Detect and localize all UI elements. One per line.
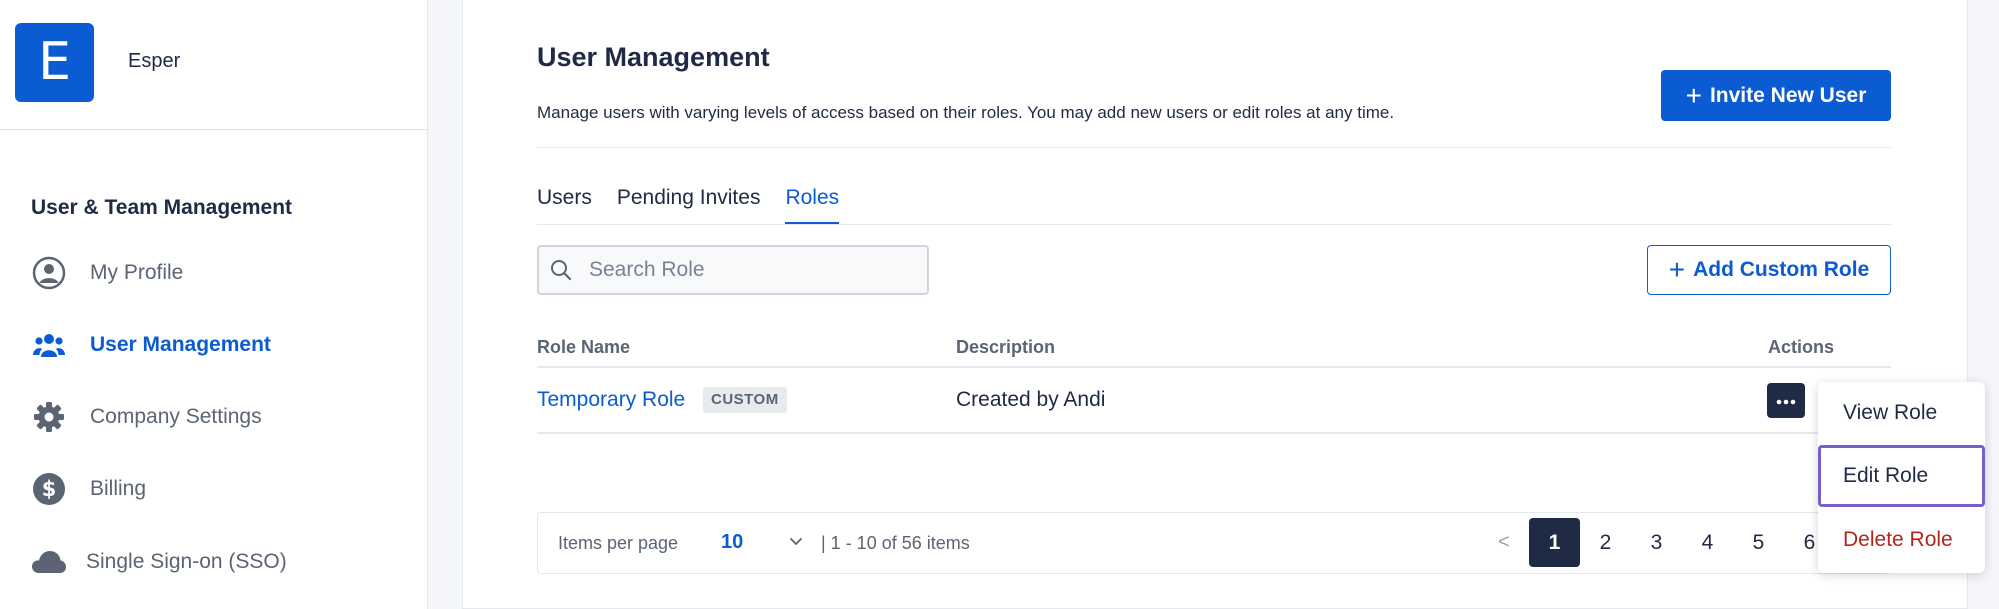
svg-text:$: $ xyxy=(42,477,57,501)
search-role-input[interactable] xyxy=(589,258,919,282)
brand-logo[interactable]: E xyxy=(15,23,94,102)
page-button-3[interactable]: 3 xyxy=(1631,518,1682,567)
sidebar-section-title: User & Team Management xyxy=(31,196,293,219)
plus-icon: + xyxy=(1668,254,1686,285)
sidebar-item-label: My Profile xyxy=(90,261,184,284)
add-role-button-label: Add Custom Role xyxy=(1693,258,1870,281)
plus-icon: + xyxy=(1685,79,1702,111)
dollar-circle-icon: $ xyxy=(30,470,68,508)
role-name-link[interactable]: Temporary Role xyxy=(537,388,685,412)
previous-page-button[interactable]: < xyxy=(1498,531,1510,554)
page-button-1[interactable]: 1 xyxy=(1529,518,1580,567)
user-circle-icon xyxy=(30,254,68,292)
chevron-down-icon[interactable] xyxy=(788,533,804,554)
items-per-page-select[interactable]: 10 xyxy=(721,531,743,554)
column-header-actions: Actions xyxy=(1768,337,1835,357)
search-icon xyxy=(539,259,583,281)
cloud-icon xyxy=(30,543,68,581)
header-divider xyxy=(537,147,1891,148)
menu-item-delete-role[interactable]: Delete Role xyxy=(1818,509,1985,571)
sidebar: E Esper User & Team Management My Profil… xyxy=(0,0,428,609)
page-button-5[interactable]: 5 xyxy=(1733,518,1784,567)
sidebar-item-label: Billing xyxy=(90,477,147,500)
role-actions-menu: View Role Edit Role Delete Role xyxy=(1818,382,1985,573)
brand-header: E Esper xyxy=(0,0,428,130)
sidebar-item-label: User Management xyxy=(90,333,271,356)
page-description: Manage users with varying levels of acce… xyxy=(537,103,1395,122)
search-box xyxy=(537,245,929,295)
invite-button-label: Invite New User xyxy=(1709,83,1867,107)
table-header-divider xyxy=(537,366,1891,368)
sidebar-item-sso[interactable]: Single Sign-on (SSO) xyxy=(30,542,410,582)
tab-users[interactable]: Users xyxy=(537,186,592,225)
sidebar-item-company-settings[interactable]: Company Settings xyxy=(30,397,410,437)
row-actions-button[interactable] xyxy=(1767,383,1805,418)
custom-badge: CUSTOM xyxy=(703,387,787,413)
tab-roles[interactable]: Roles xyxy=(785,186,839,225)
column-header-description: Description xyxy=(956,337,1056,357)
tab-divider xyxy=(537,224,1891,225)
tab-pending-invites[interactable]: Pending Invites xyxy=(617,186,761,225)
menu-item-edit-role[interactable]: Edit Role xyxy=(1818,445,1985,507)
gear-icon xyxy=(30,398,68,436)
sidebar-item-label: Company Settings xyxy=(90,405,262,428)
page-button-4[interactable]: 4 xyxy=(1682,518,1733,567)
table-row-divider xyxy=(537,432,1891,434)
sidebar-item-user-management[interactable]: User Management xyxy=(30,325,410,365)
sidebar-item-my-profile[interactable]: My Profile xyxy=(30,253,410,293)
sidebar-item-label: Single Sign-on (SSO) xyxy=(86,550,287,573)
menu-item-view-role[interactable]: View Role xyxy=(1818,382,1985,444)
add-custom-role-button[interactable]: + Add Custom Role xyxy=(1647,245,1891,295)
invite-new-user-button[interactable]: + Invite New User xyxy=(1661,70,1891,121)
users-icon xyxy=(30,326,68,364)
tab-bar: Users Pending Invites Roles xyxy=(537,186,864,225)
role-description: Created by Andi xyxy=(956,388,1106,411)
items-range-text: | 1 - 10 of 56 items xyxy=(821,533,970,553)
page-title: User Management xyxy=(537,42,770,72)
column-header-role-name: Role Name xyxy=(537,337,631,357)
sidebar-item-billing[interactable]: $ Billing xyxy=(30,469,410,509)
pagination-bar: Items per page 10 | 1 - 10 of 56 items <… xyxy=(537,512,1891,574)
page-button-2[interactable]: 2 xyxy=(1580,518,1631,567)
more-horizontal-icon xyxy=(1776,392,1796,410)
items-per-page-label: Items per page xyxy=(558,533,679,553)
brand-name: Esper xyxy=(128,50,181,72)
